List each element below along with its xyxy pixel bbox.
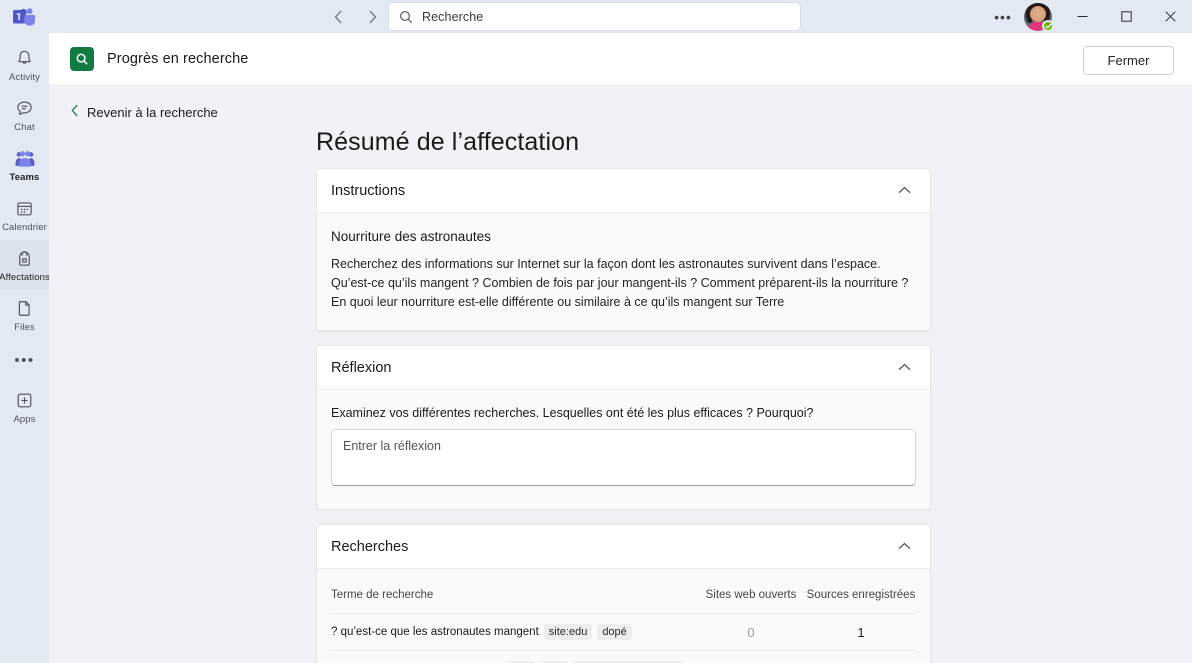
calendar-icon (15, 198, 34, 220)
table-header-row: Terme de recherche Sites web ouverts Sou… (331, 585, 916, 614)
window-controls-group: ••• (988, 0, 1192, 33)
sidebar-item-label: Calendrier (2, 221, 47, 233)
instructions-card-header[interactable]: Instructions (317, 169, 930, 213)
reflection-input[interactable] (331, 429, 916, 486)
back-button[interactable] (325, 4, 351, 30)
sites-opened-value: 0 (696, 650, 806, 663)
cards-column: Instructions Nourriture des astronautes … (316, 168, 931, 663)
window-title-bar: T Recherche ••• (0, 0, 1192, 33)
app-header-bar: Progrès en recherche Fermer (49, 33, 1192, 86)
searches-card: Recherches Terme de recherche Sites web … (316, 524, 931, 663)
document-icon (15, 298, 34, 320)
sidebar-item-files[interactable]: Files (0, 290, 49, 340)
sidebar-item-chat[interactable]: Chat (0, 90, 49, 140)
close-button[interactable]: Fermer (1083, 46, 1174, 75)
sidebar-item-calendrier[interactable]: Calendrier (0, 190, 49, 240)
chat-bubble-icon (15, 98, 34, 120)
sidebar-item-activity[interactable]: Activity (0, 40, 49, 90)
reflection-title: Réflexion (331, 359, 392, 376)
plus-square-icon (15, 390, 34, 412)
searches-card-body: Terme de recherche Sites web ouverts Sou… (317, 569, 930, 663)
main-content-area: Revenir à la recherche Résumé de l’affec… (49, 86, 1192, 663)
search-app-icon (70, 47, 94, 71)
backpack-icon (15, 248, 34, 270)
close-window-button[interactable] (1148, 0, 1192, 33)
table-row[interactable]: ? qu’est-ce que les astronautes mangent … (331, 613, 916, 651)
search-term-cell: ? qu’est-ce que les astronautes mangent … (331, 613, 696, 651)
column-header-term: Terme de recherche (331, 589, 434, 601)
sidebar-item-label: Affectations (0, 271, 50, 283)
instructions-title: Instructions (331, 182, 406, 199)
table-row[interactable]: astronaute dopé régime quotidien doc :pp… (331, 650, 916, 663)
maximize-button[interactable] (1104, 0, 1148, 33)
forward-button[interactable] (359, 4, 385, 30)
search-filter-chip: dopé (597, 624, 632, 640)
back-to-search-label: Revenir à la recherche (87, 104, 218, 120)
sidebar-item-label: Activity (9, 71, 40, 83)
column-header-sites-opened: Sites web ouverts (705, 589, 797, 601)
sites-opened-value: 0 (696, 613, 806, 651)
back-to-search-link[interactable]: Revenir à la recherche (71, 104, 218, 120)
sidebar-item-label: Chat (14, 121, 35, 133)
reflection-card-body: Examinez vos différentes recherches. Les… (317, 390, 930, 509)
page-title: Progrès en recherche (107, 51, 249, 67)
column-header-sources-saved: Sources enregistrées (806, 589, 916, 601)
sidebar-item-label: Files (14, 321, 35, 333)
search-filter-chip: site:edu (543, 624, 593, 640)
searches-table: Terme de recherche Sites web ouverts Sou… (331, 585, 916, 663)
search-term-cell: astronaute dopé régime quotidien doc :pp… (331, 650, 696, 663)
microsoft-teams-logo: T (0, 0, 48, 33)
search-icon (399, 10, 413, 24)
sources-saved-value: 0 (806, 650, 916, 663)
instructions-card-body: Nourriture des astronautes Recherchez de… (317, 213, 930, 330)
search-placeholder: Recherche (422, 9, 484, 24)
sources-saved-value: 1 (806, 613, 916, 651)
searches-card-header[interactable]: Recherches (317, 525, 930, 569)
reflection-card-header[interactable]: Réflexion (317, 346, 930, 390)
chevron-up-icon[interactable] (894, 537, 914, 557)
sidebar-item-label: Apps (13, 413, 36, 425)
global-search-box[interactable]: Recherche (389, 3, 800, 30)
assignment-description: Recherchez des informations sur Internet… (331, 257, 909, 309)
assignment-name: Nourriture des astronautes (331, 229, 491, 244)
sidebar-item-more[interactable]: ••• (0, 340, 49, 382)
assignment-summary-heading: Résumé de l’affectation (316, 128, 580, 156)
settings-and-more-button[interactable]: ••• (988, 3, 1018, 31)
reflection-question: Examinez vos différentes recherches. Les… (331, 406, 814, 420)
status-badge (1042, 19, 1054, 32)
chevron-up-icon[interactable] (894, 181, 914, 201)
minimize-button[interactable] (1060, 0, 1104, 33)
avatar[interactable] (1024, 2, 1054, 32)
bell-icon (15, 48, 34, 70)
chevron-left-icon (71, 104, 79, 120)
reflection-card: Réflexion Examinez vos différentes reche… (316, 345, 931, 510)
sidebar-item-affectations[interactable]: Affectations (0, 240, 50, 290)
search-query-text: ? qu’est-ce que les astronautes mangent (331, 626, 539, 638)
sidebar-item-teams[interactable]: Teams (0, 140, 49, 190)
left-app-rail: Activity Chat Teams Calendrier Affectati… (0, 33, 50, 663)
sidebar-item-label: Teams (9, 171, 40, 183)
people-icon (15, 148, 35, 170)
instructions-card: Instructions Nourriture des astronautes … (316, 168, 931, 331)
history-navigation (325, 0, 385, 33)
searches-title: Recherches (331, 538, 409, 555)
chevron-up-icon[interactable] (894, 358, 914, 378)
sidebar-item-apps[interactable]: Apps (0, 382, 49, 432)
more-horizontal-icon: ••• (14, 351, 35, 369)
